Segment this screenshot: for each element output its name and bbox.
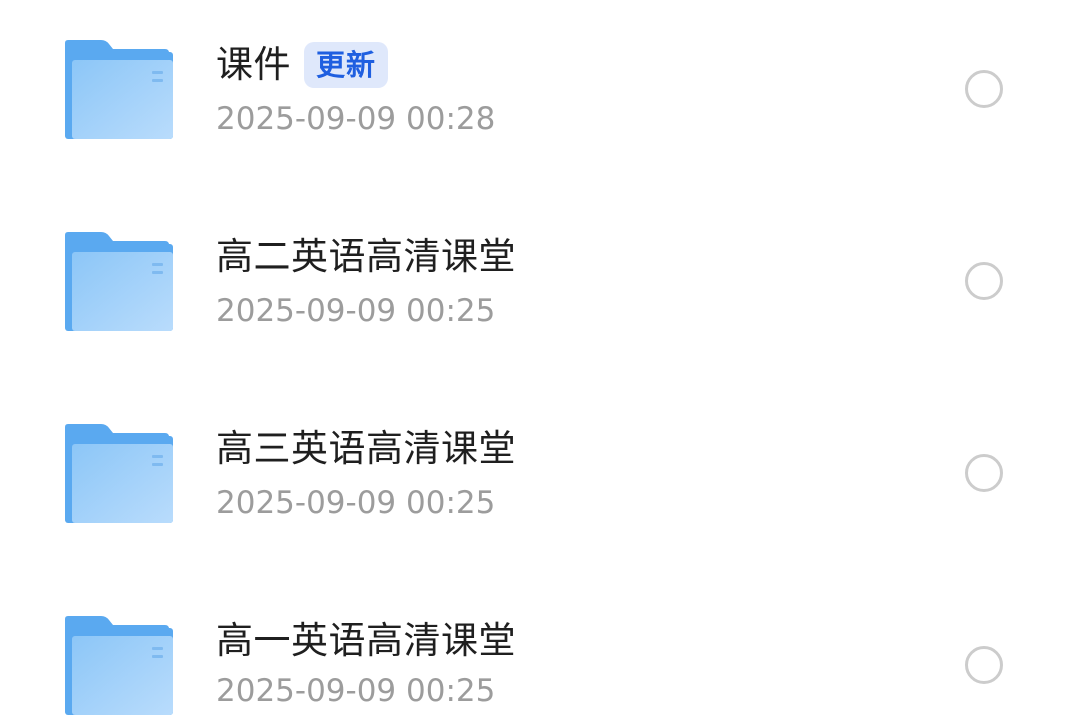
file-name-line: 课件 更新 [216, 40, 389, 90]
file-name-line: 高一英语高清课堂 [216, 616, 516, 666]
file-name: 高一英语高清课堂 [216, 619, 516, 662]
file-row-grade12[interactable]: 高三英语高清课堂 2025-09-09 00:25 [0, 384, 1079, 534]
folder-icon [65, 40, 173, 139]
file-modified-time: 2025-09-09 00:25 [216, 485, 496, 521]
update-badge: 更新 [304, 42, 389, 88]
file-modified-time: 2025-09-09 00:28 [216, 101, 496, 137]
file-modified-time: 2025-09-09 00:25 [216, 673, 496, 709]
file-modified-time: 2025-09-09 00:25 [216, 293, 496, 329]
file-row-courseware[interactable]: 课件 更新 2025-09-09 00:28 [0, 0, 1079, 150]
select-radio-button[interactable] [965, 70, 1003, 108]
file-list: 课件 更新 2025-09-09 00:28 高二英语高清课堂 2025-09-… [0, 0, 1079, 715]
select-radio-button[interactable] [965, 262, 1003, 300]
file-row-grade10[interactable]: 高一英语高清课堂 2025-09-09 00:25 [0, 576, 1079, 715]
file-name: 高三英语高清课堂 [216, 427, 516, 470]
folder-icon [65, 424, 173, 523]
folder-icon [65, 232, 173, 331]
file-name: 课件 [216, 43, 291, 86]
file-name-line: 高三英语高清课堂 [216, 424, 516, 474]
file-name: 高二英语高清课堂 [216, 235, 516, 278]
select-radio-button[interactable] [965, 454, 1003, 492]
file-name-line: 高二英语高清课堂 [216, 232, 516, 282]
select-radio-button[interactable] [965, 646, 1003, 684]
file-row-grade11[interactable]: 高二英语高清课堂 2025-09-09 00:25 [0, 192, 1079, 342]
folder-icon [65, 616, 173, 715]
